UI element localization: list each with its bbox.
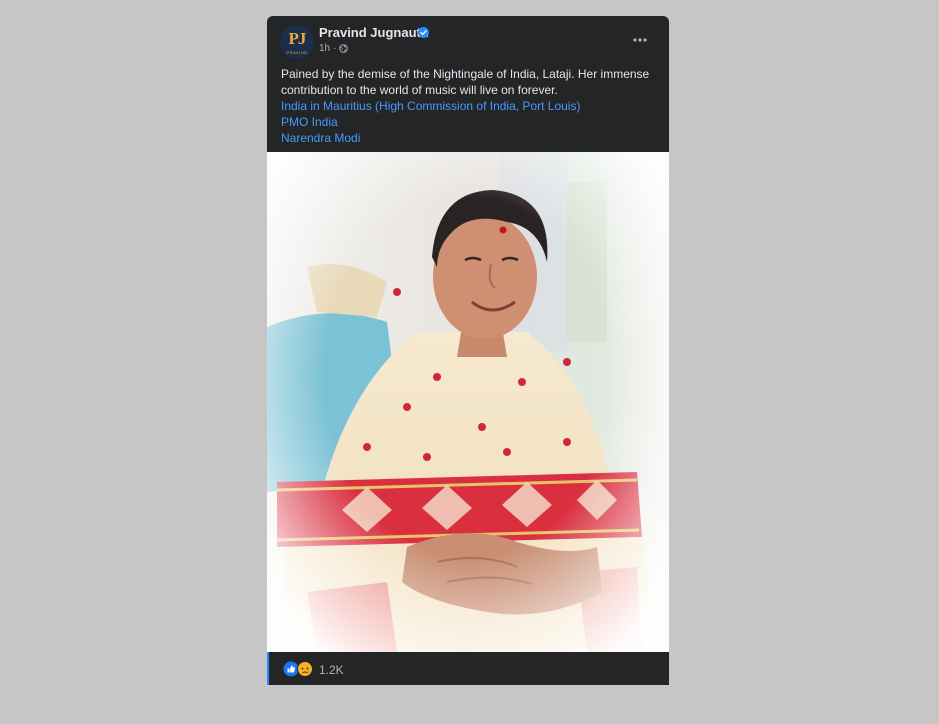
author-name[interactable]: Pravind Jugnauth — [319, 25, 429, 40]
meta-separator: · — [333, 43, 337, 54]
avatar[interactable]: PJ PRAVIND — [280, 25, 314, 59]
post-text: Pained by the demise of the Nightingale … — [281, 66, 661, 146]
post-text-line: contribution to the world of music will … — [281, 83, 558, 97]
post-photo[interactable] — [267, 152, 669, 652]
portrait-illustration — [267, 152, 669, 652]
post-meta: 1h · — [319, 43, 349, 54]
post-text-line: Pained by the demise of the Nightingale … — [281, 67, 650, 81]
tag-link-india-in-mauritius[interactable]: India in Mauritius (High Commission of I… — [281, 98, 661, 114]
reactions-summary[interactable] — [283, 661, 315, 677]
reaction-count[interactable]: 1.2K — [319, 663, 344, 677]
avatar-initials: PJ — [288, 29, 307, 48]
avatar-subtext: PRAVIND — [286, 50, 308, 55]
verified-badge-icon — [418, 27, 429, 38]
post-footer: 1.2K — [267, 652, 669, 685]
more-options-icon[interactable] — [629, 30, 651, 50]
globe-icon — [339, 44, 349, 53]
sad-reaction-icon — [297, 661, 313, 677]
tag-link-pmo-india[interactable]: PMO India — [281, 114, 661, 130]
timestamp[interactable]: 1h — [319, 43, 330, 54]
facebook-post-card: PJ PRAVIND Pravind Jugnauth 1h · Pained … — [267, 16, 669, 685]
tag-link-narendra-modi[interactable]: Narendra Modi — [281, 130, 661, 146]
like-reaction-icon — [283, 661, 299, 677]
